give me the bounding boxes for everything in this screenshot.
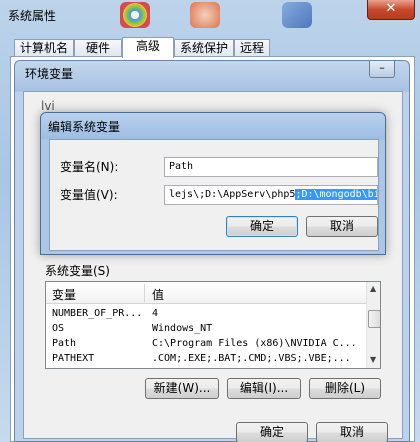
- scroll-down-arrow-icon[interactable]: ▼: [370, 355, 376, 364]
- edit-dialog-title: 编辑系统变量: [48, 120, 121, 134]
- row-name: OS: [52, 323, 65, 334]
- tab-remote[interactable]: 远程: [234, 39, 270, 57]
- variable-name-label: 变量名(N):: [60, 160, 119, 174]
- chrome-icon: [120, 2, 150, 28]
- system-vars-label: 系统变量(S): [45, 264, 110, 278]
- tab-advanced[interactable]: 高级: [122, 37, 174, 58]
- edit-cancel-button[interactable]: 取消: [306, 216, 378, 237]
- row-name: Path: [52, 338, 77, 349]
- table-row[interactable]: NUMBER_OF_PR... 4: [46, 306, 366, 321]
- edit-button[interactable]: 编辑(I)...: [227, 378, 301, 399]
- scroll-up-arrow-icon[interactable]: ▲: [370, 284, 376, 293]
- app-icon: [190, 2, 220, 28]
- outer-window-title: 系统属性: [8, 9, 57, 23]
- edit-dialog-body: 变量名(N): Path 变量值(V): lejs\;D:\AppServ\ph…: [49, 139, 379, 251]
- outer-cancel-button[interactable]: 取消: [316, 422, 388, 442]
- variable-value-input[interactable]: lejs\;D:\AppServ\php5;D:\mongodb\bin: [164, 185, 378, 205]
- row-value: C:\Program Files (x86)\NVIDIA C...: [152, 338, 357, 349]
- env-dialog-title: 环境变量: [25, 67, 74, 81]
- edit-ok-button[interactable]: 确定: [226, 216, 298, 237]
- vertical-scrollbar[interactable]: ▲ ▼: [366, 282, 380, 368]
- table-row[interactable]: OS Windows_NT: [46, 321, 366, 336]
- app-icon: [282, 2, 312, 28]
- tab-system-protection[interactable]: 系统保护: [174, 39, 234, 57]
- minimize-button[interactable]: –: [369, 61, 395, 78]
- variable-value-text: lejs\;D:\AppServ\php5: [169, 189, 296, 200]
- variable-name-text: Path: [169, 161, 194, 172]
- table-row[interactable]: Path C:\Program Files (x86)\NVIDIA C...: [46, 336, 366, 351]
- user-vars-header: lvi: [41, 99, 55, 113]
- variable-value-selection: ;D:\mongodb\bin: [295, 189, 377, 200]
- tab-computer-name[interactable]: 计算机名: [14, 39, 74, 57]
- new-button[interactable]: 新建(W)...: [145, 378, 219, 399]
- column-header-value[interactable]: 值: [152, 286, 164, 303]
- row-name: NUMBER_OF_PR...: [52, 308, 143, 319]
- row-value: Windows_NT: [152, 323, 213, 334]
- column-header-variable[interactable]: 变量: [52, 286, 76, 303]
- system-vars-table[interactable]: 变量 值 NUMBER_OF_PR... 4 OS Windows_NT Pat…: [45, 281, 381, 369]
- table-header: 变量 值: [46, 282, 366, 304]
- variable-name-input[interactable]: Path: [164, 157, 378, 177]
- close-button[interactable]: ✕: [367, 0, 415, 20]
- row-value: 4: [152, 308, 159, 319]
- outer-ok-button[interactable]: 确定: [236, 422, 308, 442]
- scroll-thumb[interactable]: [368, 310, 380, 328]
- row-name: PATHEXT: [52, 353, 95, 364]
- row-value: .COM;.EXE;.BAT;.CMD;.VBS;.VBE;...: [152, 353, 351, 364]
- variable-value-label: 变量值(V):: [60, 188, 118, 202]
- table-row[interactable]: PATHEXT .COM;.EXE;.BAT;.CMD;.VBS;.VBE;..…: [46, 351, 366, 366]
- tab-hardware[interactable]: 硬件: [74, 39, 122, 57]
- edit-variable-dialog: 编辑系统变量 变量名(N): Path 变量值(V): lejs\;D:\App…: [40, 112, 386, 255]
- delete-button[interactable]: 删除(L): [309, 378, 381, 399]
